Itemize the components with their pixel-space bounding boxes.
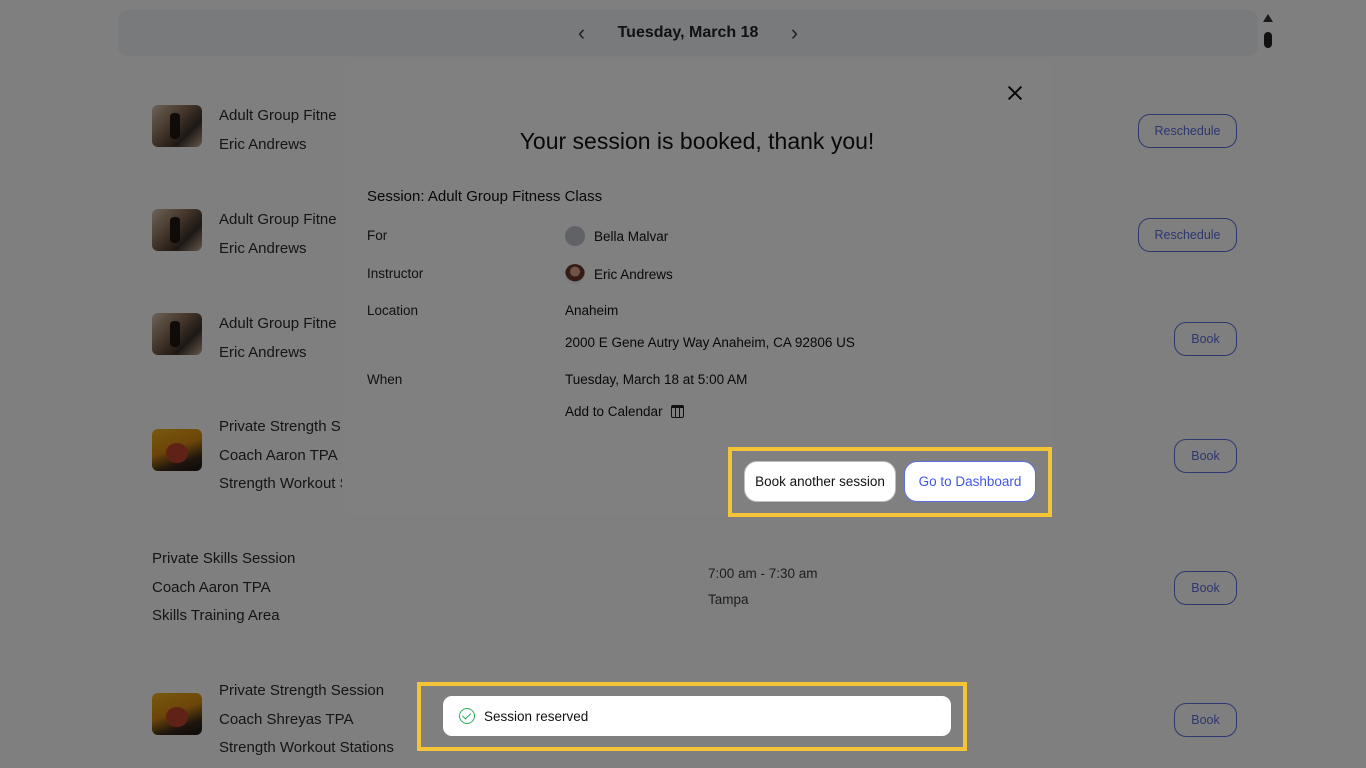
modal-title: Your session is booked, thank you! — [519, 128, 875, 154]
calendar-icon — [670, 405, 684, 418]
success-toast: Session reserved — [443, 696, 951, 736]
book-another-session-button[interactable]: Book another session — [744, 461, 896, 502]
location-address: 2000 E Gene Autry Way Anaheim, CA 92806 … — [565, 335, 855, 350]
location-value: Anaheim — [565, 303, 619, 318]
instructor-value: Eric Andrews — [565, 264, 673, 284]
instructor-label: Instructor — [367, 266, 424, 281]
avatar — [565, 264, 585, 284]
for-label: For — [367, 228, 388, 243]
when-label: When — [367, 372, 403, 387]
location-label: Location — [367, 303, 419, 318]
for-value: Bella Malvar — [565, 226, 668, 246]
client-name: Bella Malvar — [594, 228, 669, 244]
add-to-calendar-link[interactable]: Add to Calendar — [565, 404, 684, 419]
go-to-dashboard-button[interactable]: Go to Dashboard — [904, 461, 1036, 502]
avatar — [565, 226, 585, 246]
session-name: Session: Adult Group Fitness Class — [367, 188, 603, 205]
toast-message: Session reserved — [484, 708, 589, 724]
when-value: Tuesday, March 18 at 5:00 AM — [565, 372, 748, 387]
add-to-calendar-label: Add to Calendar — [565, 404, 663, 419]
check-circle-icon — [459, 708, 475, 724]
close-icon[interactable] — [1004, 82, 1026, 104]
instructor-name: Eric Andrews — [594, 266, 673, 282]
